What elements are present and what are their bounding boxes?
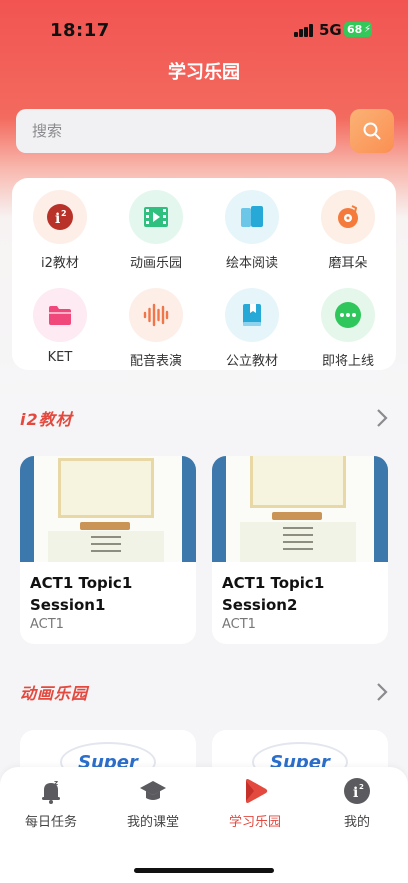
search-input[interactable] (16, 109, 336, 153)
tab-me[interactable]: i 2 我的 (306, 777, 408, 830)
lesson-subtitle: ACT1 (30, 617, 64, 632)
lesson-thumbnail (212, 456, 388, 562)
bookmark-book-icon (243, 304, 261, 326)
lesson-subtitle: ACT1 (222, 617, 256, 632)
search-button[interactable] (350, 109, 394, 153)
feature-menu: i 2 i2教材 动画乐园 绘本阅读 磨耳朵 KET 配音表演 公立教材 即将上… (12, 178, 396, 370)
network-label: 5G (319, 21, 342, 39)
status-time: 18:17 (50, 20, 110, 41)
menu-item-picture-book[interactable]: 绘本阅读 (204, 190, 300, 271)
menu-label: 公立教材 (225, 354, 278, 369)
chevron-right-icon[interactable] (376, 408, 388, 428)
menu-label: i2教材 (41, 256, 79, 271)
menu-label: 即将上线 (321, 354, 374, 369)
play-icon (246, 779, 268, 803)
section-title: 动画乐园 (20, 684, 89, 703)
tab-daily-tasks[interactable]: z 每日任务 (0, 777, 102, 830)
tab-label: 学习乐园 (228, 815, 281, 830)
home-indicator (134, 868, 274, 873)
more-dots-icon (335, 302, 361, 328)
menu-item-coming-soon[interactable]: 即将上线 (300, 288, 396, 369)
menu-label: 绘本阅读 (225, 256, 278, 271)
film-icon (144, 207, 168, 227)
search-icon (363, 122, 381, 140)
tab-label: 每日任务 (24, 815, 77, 830)
battery-icon: 68 ⚡ (344, 22, 372, 37)
graduation-cap-icon (140, 781, 166, 800)
signal-icon (294, 24, 314, 37)
section-header-animation[interactable]: 动画乐园 (20, 680, 388, 706)
info-icon: i 2 (344, 778, 370, 804)
menu-item-public-textbook[interactable]: 公立教材 (204, 288, 300, 369)
lesson-card[interactable]: ACT1 Topic1 Session2 ACT1 (212, 456, 388, 644)
bottom-tab-bar: z 每日任务 我的课堂 学习乐园 i 2 我的 (0, 767, 408, 883)
music-disc-icon (338, 205, 358, 228)
section-title: i2教材 (20, 410, 73, 429)
svg-text:z: z (54, 779, 58, 787)
tab-learning-park[interactable]: 学习乐园 (204, 777, 306, 830)
alarm-bell-icon: z (42, 779, 60, 804)
lesson-card[interactable]: ACT1 Topic1 Session1 ACT1 (20, 456, 196, 644)
status-bar: 18:17 5G 68 ⚡ (0, 0, 408, 60)
book-icon (241, 206, 263, 227)
menu-label: 磨耳朵 (328, 256, 368, 271)
svg-text:i: i (55, 211, 60, 227)
lesson-title: ACT1 Topic1 Session2 (222, 574, 325, 614)
tab-label: 我的 (343, 815, 370, 830)
folder-icon (49, 306, 71, 325)
lesson-title: ACT1 Topic1 Session1 (30, 574, 133, 614)
tab-label: 我的课堂 (126, 815, 179, 830)
page-title: 学习乐园 (168, 62, 240, 83)
section-header-i2[interactable]: i2教材 (20, 406, 388, 432)
menu-label: 配音表演 (129, 354, 182, 369)
tab-my-class[interactable]: 我的课堂 (102, 777, 204, 830)
svg-text:2: 2 (359, 783, 364, 791)
menu-item-i2[interactable]: i 2 i2教材 (12, 190, 108, 271)
sound-wave-icon (143, 303, 169, 327)
menu-item-dubbing[interactable]: 配音表演 (108, 288, 204, 369)
svg-text:i: i (353, 785, 358, 801)
chevron-right-icon[interactable] (376, 682, 388, 702)
menu-item-ket[interactable]: KET (12, 288, 108, 365)
battery-level: 68 (347, 23, 363, 36)
lesson-thumbnail (20, 456, 196, 562)
search-field[interactable] (16, 109, 336, 153)
menu-item-animation[interactable]: 动画乐园 (108, 190, 204, 271)
i2-textbook-icon: i 2 (47, 204, 73, 230)
menu-label: KET (47, 350, 73, 365)
menu-label: 动画乐园 (129, 256, 182, 271)
svg-text:2: 2 (61, 209, 67, 218)
menu-item-listening[interactable]: 磨耳朵 (300, 190, 396, 271)
